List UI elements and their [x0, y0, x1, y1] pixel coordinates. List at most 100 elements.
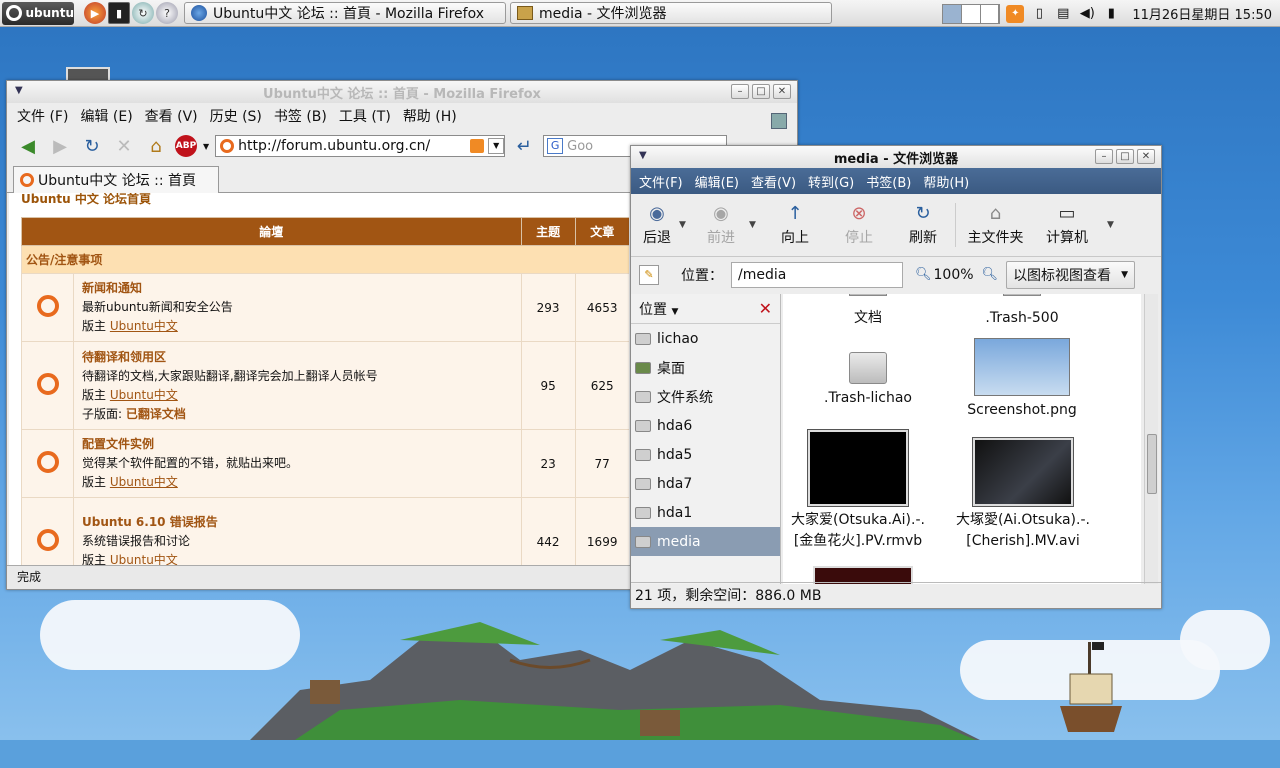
sidebar-item-hda6[interactable]: hda6: [631, 411, 780, 440]
sidebar-item-filesystem[interactable]: 文件系统: [631, 382, 780, 411]
back-arrow-icon[interactable]: ◀: [15, 133, 41, 159]
category-label[interactable]: 公告/注意事项: [21, 245, 629, 274]
view-mode-select[interactable]: 以图标视图查看 ▼: [1006, 260, 1135, 289]
forum-name-link[interactable]: 配置文件实例: [82, 435, 513, 454]
back-button[interactable]: ◉ 后退: [635, 203, 679, 247]
window-menu-icon[interactable]: ▼: [639, 150, 647, 161]
sidebar-item-lichao[interactable]: lichao: [631, 324, 780, 353]
taskbar-nautilus[interactable]: media - 文件浏览器: [510, 2, 832, 24]
forward-button[interactable]: ◉ 前进: [693, 203, 749, 247]
vertical-scrollbar[interactable]: [1144, 294, 1158, 584]
maximize-button[interactable]: □: [752, 84, 770, 99]
url-dropdown-icon[interactable]: ▼: [488, 138, 505, 154]
back-history-dropdown[interactable]: ▼: [679, 220, 693, 230]
zoom-out-icon[interactable]: 🔍︎: [915, 267, 932, 282]
minimize-button[interactable]: –: [1095, 149, 1113, 164]
sidebar-item-desktop[interactable]: 桌面: [631, 353, 780, 382]
volume-icon[interactable]: ◀): [1078, 5, 1096, 23]
close-button[interactable]: ✕: [1137, 149, 1155, 164]
file-item[interactable]: 大家爱(Otsuka.Ai).-.[金鱼花火].PV.rmvb: [783, 429, 933, 552]
adblock-dropdown-icon[interactable]: ▼: [203, 142, 209, 151]
location-input[interactable]: /media: [731, 261, 903, 288]
ubuntu-menu-button[interactable]: ubuntu: [2, 1, 74, 25]
firefox-launcher-icon[interactable]: ▶: [84, 2, 106, 24]
stop-button[interactable]: ⊗ 停止: [827, 203, 891, 247]
firefox-titlebar[interactable]: ▼ Ubuntu中文 论坛 :: 首頁 - Mozilla Firefox – …: [7, 81, 797, 103]
notification-icon[interactable]: ✦: [1006, 4, 1025, 23]
moderator-label: 版主: [82, 475, 107, 489]
menu-help[interactable]: 帮助 (H): [403, 106, 457, 126]
file-name: 文档: [854, 310, 882, 326]
location-toggle-icon[interactable]: ✎: [639, 264, 659, 285]
terminal-launcher-icon[interactable]: ▮: [108, 2, 130, 24]
zoom-level[interactable]: 100%: [934, 267, 974, 283]
forward-arrow-icon[interactable]: ▶: [47, 133, 73, 159]
up-button[interactable]: ↑ 向上: [763, 203, 827, 247]
maximize-button[interactable]: □: [1116, 149, 1134, 164]
sidebar-type-select[interactable]: 位置 ▼: [639, 299, 678, 319]
zoom-in-icon[interactable]: 🔍︎: [982, 267, 999, 282]
network-icon[interactable]: ▤: [1054, 5, 1072, 23]
menu-go[interactable]: 转到(G): [808, 172, 854, 191]
menu-view[interactable]: 查看(V): [751, 172, 796, 191]
file-item[interactable]: .Trash-lichao: [803, 352, 933, 409]
file-item[interactable]: .Trash-500: [957, 294, 1087, 329]
subforum-link[interactable]: 已翻译文档: [126, 407, 186, 421]
sidebar-item-hda7[interactable]: hda7: [631, 469, 780, 498]
update-launcher-icon[interactable]: ↻: [132, 2, 154, 24]
rss-icon[interactable]: [470, 139, 485, 153]
file-name: 大塚愛(Ai.Otsuka).-.[Cherish].MV.avi: [956, 512, 1090, 549]
window-menu-icon[interactable]: ▼: [15, 85, 23, 96]
taskbar-firefox[interactable]: Ubuntu中文 论坛 :: 首頁 - Mozilla Firefox: [184, 2, 506, 24]
minimize-button[interactable]: –: [731, 84, 749, 99]
home-icon[interactable]: ⌂: [143, 133, 169, 159]
menu-view[interactable]: 查看 (V): [145, 106, 198, 126]
sidebar-item-media[interactable]: media: [631, 527, 780, 556]
clipboard-icon[interactable]: ▯: [1030, 5, 1048, 23]
scrollbar-thumb[interactable]: [1147, 434, 1157, 494]
menu-bookmarks[interactable]: 书签 (B): [274, 106, 327, 126]
workspace-switcher[interactable]: [942, 3, 1001, 24]
menu-edit[interactable]: 编辑(E): [695, 172, 739, 191]
clock[interactable]: 11月26日星期日 15:50: [1132, 4, 1272, 23]
moderator-link[interactable]: Ubuntu中文: [110, 319, 178, 333]
computer-button[interactable]: ▭ 计算机: [1035, 203, 1099, 247]
moderator-link[interactable]: Ubuntu中文: [110, 388, 178, 402]
toolbar-overflow-dropdown[interactable]: ▼: [1107, 220, 1121, 230]
home-button[interactable]: ⌂ 主文件夹: [955, 203, 1035, 247]
moderator-link[interactable]: Ubuntu中文: [110, 475, 178, 489]
google-icon[interactable]: G: [547, 138, 564, 154]
url-bar[interactable]: http://forum.ubuntu.org.cn/ ▼: [215, 135, 506, 157]
forum-name-link[interactable]: 待翻译和领用区: [82, 348, 513, 367]
tab-ubuntu-forum[interactable]: Ubuntu中文 论坛 :: 首頁: [13, 166, 219, 193]
forum-name-link[interactable]: 新闻和通知: [82, 279, 513, 298]
menu-file[interactable]: 文件 (F): [17, 106, 68, 126]
window-controls: – □ ✕: [1095, 149, 1155, 164]
go-arrow-icon[interactable]: ↵: [511, 133, 537, 159]
stop-icon[interactable]: ✕: [111, 133, 137, 159]
file-item[interactable]: Screenshot.png: [957, 338, 1087, 421]
forum-name-link[interactable]: Ubuntu 6.10 错误报告: [82, 513, 513, 532]
forward-history-dropdown[interactable]: ▼: [749, 220, 763, 230]
file-item[interactable]: 文档: [803, 294, 933, 329]
close-sidebar-icon[interactable]: ✕: [759, 299, 772, 318]
nautilus-titlebar[interactable]: ▼ media - 文件浏览器 – □ ✕: [631, 146, 1161, 168]
close-button[interactable]: ✕: [773, 84, 791, 99]
help-launcher-icon[interactable]: ?: [156, 2, 178, 24]
sidebar-item-hda1[interactable]: hda1: [631, 498, 780, 527]
reload-button[interactable]: ↻ 刷新: [891, 203, 955, 247]
status-text: 21 项，剩余空间：886.0 MB: [635, 588, 822, 604]
menu-history[interactable]: 历史 (S): [210, 106, 262, 126]
top-panel: ubuntu ▶ ▮ ↻ ? Ubuntu中文 论坛 :: 首頁 - Mozil…: [0, 0, 1280, 27]
reload-icon[interactable]: ↻: [79, 133, 105, 159]
menu-bookmarks[interactable]: 书签(B): [866, 172, 911, 191]
adblock-icon[interactable]: ABP: [175, 135, 197, 157]
menu-file[interactable]: 文件(F): [639, 172, 683, 191]
sidebar-item-hda5[interactable]: hda5: [631, 440, 780, 469]
menu-edit[interactable]: 编辑 (E): [80, 106, 132, 126]
forum-index-link[interactable]: Ubuntu 中文 论坛首頁: [9, 193, 629, 211]
battery-icon[interactable]: ▮: [1102, 5, 1120, 23]
menu-help[interactable]: 帮助(H): [923, 172, 969, 191]
file-item[interactable]: 大塚愛(Ai.Otsuka).-.[Cherish].MV.avi: [943, 437, 1103, 552]
menu-tools[interactable]: 工具 (T): [339, 106, 391, 126]
